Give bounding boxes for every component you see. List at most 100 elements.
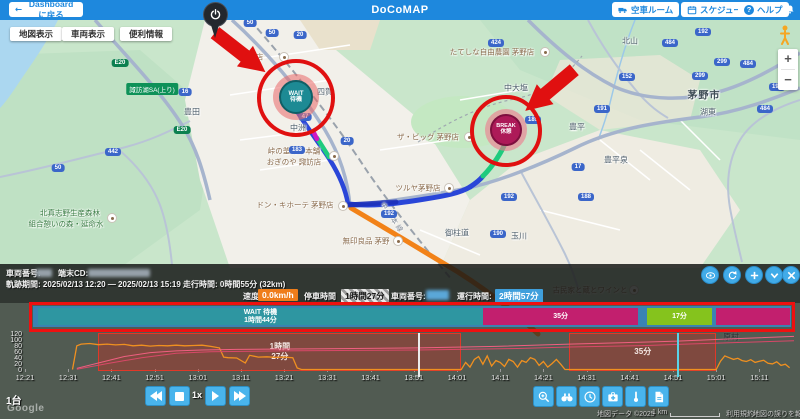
refresh-button[interactable] xyxy=(723,266,741,284)
speed-value: 0.0km/h xyxy=(258,289,298,301)
y-axis-label: 60 xyxy=(2,349,22,356)
thermometer-icon xyxy=(629,390,643,404)
redacted-terminal-cd xyxy=(88,269,150,277)
status-timeline[interactable]: WAIT 待機1時間44分35分 17分 xyxy=(33,306,791,327)
poi-icon xyxy=(338,201,348,211)
terminal-cd-label: 端末CD: xyxy=(58,268,88,279)
help-button[interactable]: ? ヘルプ xyxy=(738,2,789,17)
redacted-vehicle-number xyxy=(36,269,52,277)
y-axis-label: 100 xyxy=(2,337,22,344)
timeline-segment[interactable]: 17分 xyxy=(647,308,712,325)
pegman-icon[interactable] xyxy=(779,25,791,45)
time-tick-label: 13:21 xyxy=(275,373,294,382)
power-off-pin[interactable] xyxy=(203,2,228,27)
stop-region: 1時間27分 xyxy=(98,333,461,371)
time-tick-label: 14:11 xyxy=(491,373,509,382)
poi-icon xyxy=(393,236,403,246)
time-tick-mark xyxy=(25,369,26,372)
medkit-icon xyxy=(606,390,620,404)
refresh-icon xyxy=(727,270,738,281)
magnifier-plus-icon xyxy=(537,390,551,404)
stop-button[interactable] xyxy=(169,386,190,406)
app-title: DoCoMAP xyxy=(0,4,800,16)
route-navy-overlap xyxy=(348,202,396,205)
time-tick-label: 13:01 xyxy=(188,373,207,382)
csv-file-icon xyxy=(652,390,666,404)
vacant-truck-room-label: 空車ルーム xyxy=(631,4,673,16)
playback-speed-label: 1x xyxy=(192,390,202,400)
collapse-button[interactable] xyxy=(765,266,783,284)
series-sensor-b xyxy=(77,341,794,369)
time-search-button[interactable] xyxy=(579,386,600,407)
y-axis-label: 120 xyxy=(2,331,22,338)
useful-info-button[interactable]: 便利情報 xyxy=(120,27,172,41)
scale-label: 1 km xyxy=(652,409,667,416)
power-icon xyxy=(209,8,222,21)
tracking-panel: 車両番号: 端末CD: 軌跡期間: 2025/02/13 12:20 — 202… xyxy=(0,264,800,419)
timeline-segment[interactable]: 35分 xyxy=(483,308,639,325)
timeline-segment[interactable] xyxy=(716,308,789,325)
vacant-truck-room-button[interactable]: 空車ルーム xyxy=(612,2,679,17)
time-tick-mark xyxy=(284,369,285,372)
time-tick-mark xyxy=(155,369,156,372)
graph-cursor-line xyxy=(677,333,679,377)
time-tick-mark xyxy=(716,369,717,372)
stop-time-label: 停車時間 xyxy=(304,291,336,302)
zoom-out-button[interactable]: − xyxy=(778,70,798,90)
stop-region: 35分 xyxy=(569,333,716,371)
time-tick-label: 14:41 xyxy=(620,373,639,382)
time-tick-mark xyxy=(587,369,588,372)
y-axis-label: 40 xyxy=(2,355,22,362)
time-tick-mark xyxy=(414,369,415,372)
time-tick-mark xyxy=(673,369,674,372)
time-tick-label: 14:51 xyxy=(664,373,683,382)
poi-icon xyxy=(107,213,117,223)
fast-forward-button[interactable] xyxy=(229,386,250,406)
diagnostics-button[interactable] xyxy=(602,386,623,407)
csv-export-button[interactable] xyxy=(648,386,669,407)
close-icon xyxy=(786,270,797,281)
search-vehicle-button[interactable] xyxy=(556,386,577,407)
y-axis-label: 20 xyxy=(2,361,22,368)
report-map-error-link[interactable]: 地図の誤りを報告する xyxy=(753,409,800,419)
google-watermark: Google xyxy=(7,403,44,414)
time-tick-mark xyxy=(327,369,328,372)
time-tick-label: 13:41 xyxy=(361,373,380,382)
terms-link[interactable]: 利用規約 xyxy=(726,409,754,419)
vehicle-number-label-2: 車両番号: xyxy=(391,291,426,302)
close-button[interactable] xyxy=(782,266,800,284)
add-button[interactable] xyxy=(745,266,763,284)
time-tick-label: 15:01 xyxy=(707,373,726,382)
time-tick-label: 12:31 xyxy=(59,373,78,382)
zoom-search-button[interactable] xyxy=(533,386,554,407)
play-button[interactable] xyxy=(205,386,226,406)
time-tick-mark xyxy=(241,369,242,372)
chevron-down-icon xyxy=(769,270,780,281)
time-tick-mark xyxy=(500,369,501,372)
plus-icon xyxy=(749,270,760,281)
runtime-value: 2時間57分 xyxy=(495,289,543,303)
time-tick-mark xyxy=(68,369,69,372)
truck-icon xyxy=(618,5,628,15)
visibility-button[interactable] xyxy=(701,266,719,284)
y-axis-label: 80 xyxy=(2,343,22,350)
vehicle-display-button[interactable]: 車両表示 xyxy=(62,27,114,41)
time-tick-label: 13:11 xyxy=(232,373,250,382)
stop-time-value: 1時間27分 xyxy=(341,289,389,303)
timeline-segment[interactable]: WAIT 待機1時間44分 xyxy=(38,308,483,325)
bell-icon[interactable] xyxy=(784,3,796,17)
series-sensor-a xyxy=(77,336,794,368)
time-tick-label: 14:01 xyxy=(448,373,467,382)
temperature-button[interactable] xyxy=(625,386,646,407)
speed-label: 速度 xyxy=(243,291,259,302)
map-display-button[interactable]: 地図表示 xyxy=(10,27,62,41)
scale-bar xyxy=(670,413,720,417)
time-tick-label: 12:21 xyxy=(16,373,35,382)
route-magenta-short xyxy=(314,133,317,139)
redacted-vehicle-number-2 xyxy=(426,290,449,300)
time-tick-label: 12:41 xyxy=(102,373,121,382)
zoom-in-button[interactable]: + xyxy=(778,49,798,69)
help-label: ヘルプ xyxy=(757,4,783,16)
series-speed xyxy=(73,344,790,370)
rewind-button[interactable] xyxy=(145,386,166,406)
